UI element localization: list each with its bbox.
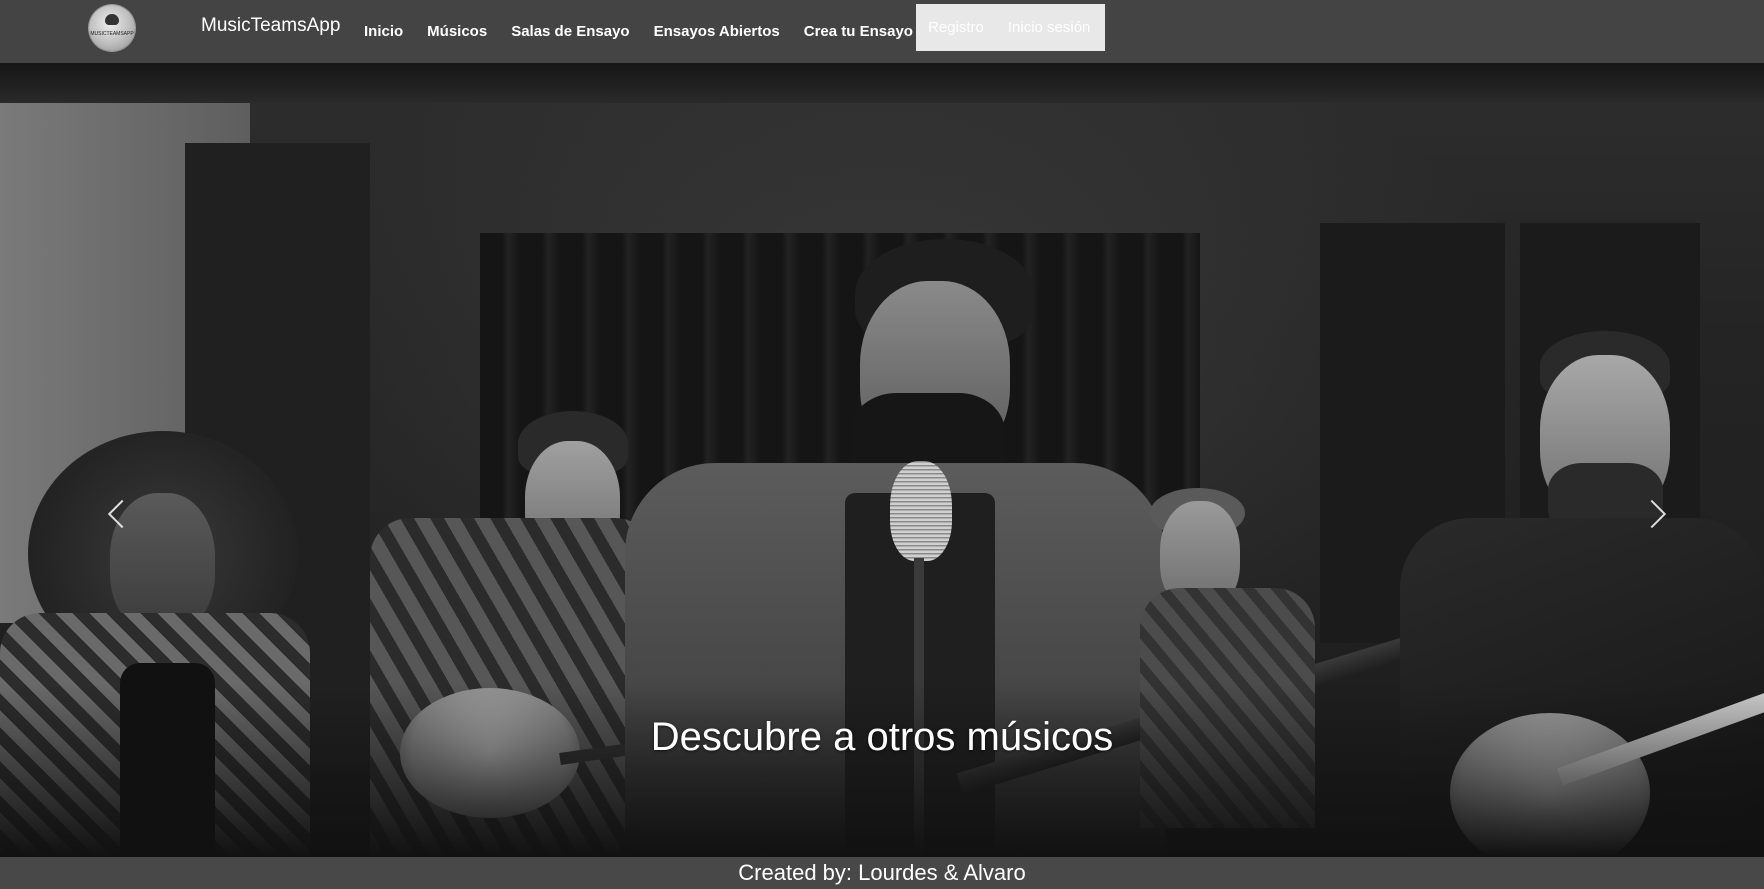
hero-caption: Descubre a otros músicos [650, 715, 1114, 759]
nav-crea-tu-ensayo[interactable]: Crea tu Ensayo [804, 23, 913, 41]
brand-name[interactable]: MusicTeamsApp [201, 14, 340, 38]
login-link[interactable]: Inicio sesión [1008, 19, 1091, 37]
background-ceiling [0, 63, 1764, 103]
hero-carousel: Descubre a otros músicos [0, 63, 1764, 857]
footer: Created by: Lourdes & Alvaro [0, 857, 1764, 889]
logo-text: MUSICTEAMSAPP [90, 31, 134, 37]
nav-salas-de-ensayo[interactable]: Salas de Ensayo [511, 23, 629, 41]
nav-ensayos-abiertos[interactable]: Ensayos Abiertos [654, 23, 780, 41]
register-link[interactable]: Registro [928, 19, 984, 37]
main-nav: Inicio Músicos Salas de Ensayo Ensayos A… [364, 0, 937, 63]
logo-emblem-icon [105, 14, 119, 25]
background-floor [0, 683, 1764, 857]
logo[interactable]: MUSICTEAMSAPP [89, 5, 135, 51]
auth-links: Registro Inicio sesión [916, 4, 1105, 51]
top-navbar: MUSICTEAMSAPP MusicTeamsApp Inicio Músic… [0, 0, 1764, 63]
nav-inicio[interactable]: Inicio [364, 23, 403, 41]
nav-musicos[interactable]: Músicos [427, 23, 487, 41]
footer-credits: Created by: Lourdes & Alvaro [738, 860, 1026, 885]
